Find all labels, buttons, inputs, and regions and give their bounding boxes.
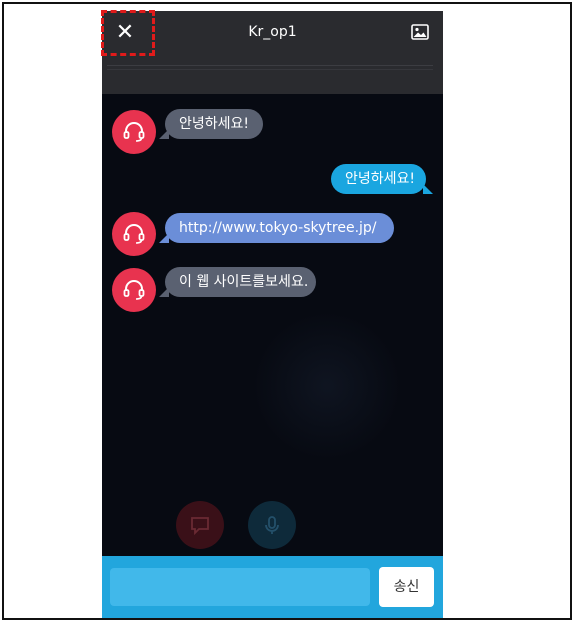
message-link[interactable]: http://www.tokyo-skytree.jp/ — [159, 213, 394, 243]
background-watermark — [252, 311, 402, 461]
microphone-icon — [265, 516, 279, 534]
headset-icon — [123, 224, 145, 244]
message-bubble-agent: 안녕하세요! — [158, 109, 264, 139]
image-icon — [411, 24, 429, 40]
chat-mode-button[interactable] — [176, 501, 224, 549]
chat-icon — [191, 517, 209, 536]
message-input[interactable] — [110, 568, 370, 606]
agent-avatar — [112, 268, 156, 312]
chat-title: Kr_op1 — [248, 24, 297, 40]
send-button[interactable]: 송신 — [379, 567, 434, 607]
top-bar: ✕ Kr_op1 — [102, 11, 443, 56]
headset-icon — [123, 280, 145, 300]
message-bubble-user: 안녕하세요! — [331, 164, 433, 194]
agent-avatar — [112, 212, 156, 256]
headset-icon — [123, 122, 145, 142]
voice-mode-button[interactable] — [248, 501, 296, 549]
agent-avatar — [112, 110, 156, 154]
composer-bar: 송신 — [102, 556, 443, 618]
message-bubble-agent: 이 웹 사이트를보세요. — [159, 267, 316, 297]
image-button[interactable] — [411, 24, 429, 40]
chat-screen: ✕ Kr_op1 안녕하세요! 안녕하세요! http://www.tokyo-… — [102, 11, 443, 618]
divider — [107, 69, 433, 70]
divider — [107, 65, 433, 66]
sub-header — [102, 56, 443, 94]
